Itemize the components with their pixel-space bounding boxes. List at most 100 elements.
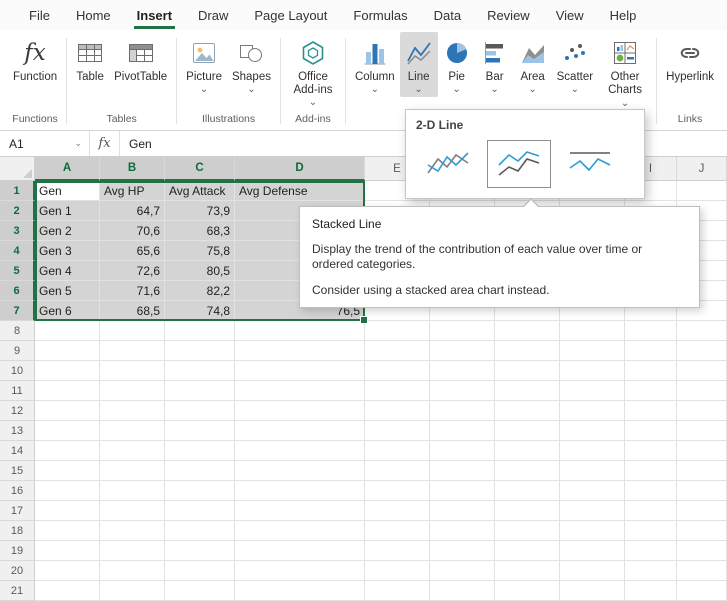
row-header-17[interactable]: 17 <box>0 501 35 521</box>
cell-A5[interactable]: Gen 4 <box>35 261 100 281</box>
cell-A14[interactable] <box>35 441 100 461</box>
cell-C20[interactable] <box>165 561 235 581</box>
cell-C13[interactable] <box>165 421 235 441</box>
cell-C19[interactable] <box>165 541 235 561</box>
cell-G16[interactable] <box>495 481 560 501</box>
cell-G13[interactable] <box>495 421 560 441</box>
cell-J13[interactable] <box>677 421 727 441</box>
cell-E11[interactable] <box>365 381 430 401</box>
cell-A4[interactable]: Gen 3 <box>35 241 100 261</box>
menu-tab-data[interactable]: Data <box>421 0 474 30</box>
row-header-10[interactable]: 10 <box>0 361 35 381</box>
column-header-D[interactable]: D <box>235 157 365 181</box>
cell-F14[interactable] <box>430 441 495 461</box>
row-header-21[interactable]: 21 <box>0 581 35 601</box>
menu-tab-formulas[interactable]: Formulas <box>340 0 420 30</box>
cell-A6[interactable]: Gen 5 <box>35 281 100 301</box>
cell-F11[interactable] <box>430 381 495 401</box>
cell-D20[interactable] <box>235 561 365 581</box>
cell-B13[interactable] <box>100 421 165 441</box>
line-option[interactable] <box>416 140 480 188</box>
cell-B3[interactable]: 70,6 <box>100 221 165 241</box>
cell-A8[interactable] <box>35 321 100 341</box>
cell-G20[interactable] <box>495 561 560 581</box>
row-header-5[interactable]: 5 <box>0 261 35 281</box>
cell-D14[interactable] <box>235 441 365 461</box>
cell-A9[interactable] <box>35 341 100 361</box>
cell-B17[interactable] <box>100 501 165 521</box>
cell-B10[interactable] <box>100 361 165 381</box>
cell-I11[interactable] <box>625 381 677 401</box>
cell-H10[interactable] <box>560 361 625 381</box>
cell-C11[interactable] <box>165 381 235 401</box>
cell-H12[interactable] <box>560 401 625 421</box>
cell-B16[interactable] <box>100 481 165 501</box>
cell-J17[interactable] <box>677 501 727 521</box>
row-header-19[interactable]: 19 <box>0 541 35 561</box>
cell-D19[interactable] <box>235 541 365 561</box>
percent-stacked-line-option[interactable] <box>558 140 622 188</box>
name-box[interactable]: A1 ⌄ <box>0 131 90 156</box>
bar-chart-button[interactable]: Bar ⌄ <box>476 32 514 97</box>
cell-A10[interactable] <box>35 361 100 381</box>
cell-H18[interactable] <box>560 521 625 541</box>
area-chart-button[interactable]: Area ⌄ <box>514 32 552 97</box>
function-button[interactable]: fx Function <box>8 32 62 86</box>
cell-I9[interactable] <box>625 341 677 361</box>
cell-F16[interactable] <box>430 481 495 501</box>
row-header-20[interactable]: 20 <box>0 561 35 581</box>
cell-B4[interactable]: 65,6 <box>100 241 165 261</box>
cell-E14[interactable] <box>365 441 430 461</box>
office-add-ins-button[interactable]: Office Add-ins ⌄ <box>285 32 341 110</box>
cell-C8[interactable] <box>165 321 235 341</box>
cell-D9[interactable] <box>235 341 365 361</box>
cell-I13[interactable] <box>625 421 677 441</box>
cell-F17[interactable] <box>430 501 495 521</box>
cell-I10[interactable] <box>625 361 677 381</box>
cell-B7[interactable]: 68,5 <box>100 301 165 321</box>
cell-F20[interactable] <box>430 561 495 581</box>
cell-G12[interactable] <box>495 401 560 421</box>
cell-A12[interactable] <box>35 401 100 421</box>
cell-F8[interactable] <box>430 321 495 341</box>
cell-E17[interactable] <box>365 501 430 521</box>
cell-A15[interactable] <box>35 461 100 481</box>
cell-J20[interactable] <box>677 561 727 581</box>
cell-H15[interactable] <box>560 461 625 481</box>
stacked-line-option[interactable] <box>487 140 551 188</box>
cell-C17[interactable] <box>165 501 235 521</box>
cell-B5[interactable]: 72,6 <box>100 261 165 281</box>
cell-B8[interactable] <box>100 321 165 341</box>
cell-B12[interactable] <box>100 401 165 421</box>
cell-F19[interactable] <box>430 541 495 561</box>
row-header-12[interactable]: 12 <box>0 401 35 421</box>
cell-F13[interactable] <box>430 421 495 441</box>
row-header-16[interactable]: 16 <box>0 481 35 501</box>
cell-H16[interactable] <box>560 481 625 501</box>
cell-C5[interactable]: 80,5 <box>165 261 235 281</box>
cell-F10[interactable] <box>430 361 495 381</box>
cell-G18[interactable] <box>495 521 560 541</box>
menu-tab-file[interactable]: File <box>16 0 63 30</box>
column-header-J[interactable]: J <box>677 157 727 181</box>
cell-G17[interactable] <box>495 501 560 521</box>
menu-tab-help[interactable]: Help <box>597 0 650 30</box>
cell-D18[interactable] <box>235 521 365 541</box>
cell-E8[interactable] <box>365 321 430 341</box>
column-header-C[interactable]: C <box>165 157 235 181</box>
picture-button[interactable]: Picture ⌄ <box>181 32 227 97</box>
row-header-4[interactable]: 4 <box>0 241 35 261</box>
fill-handle[interactable] <box>360 316 368 324</box>
menu-tab-page-layout[interactable]: Page Layout <box>241 0 340 30</box>
cell-B15[interactable] <box>100 461 165 481</box>
cell-F18[interactable] <box>430 521 495 541</box>
cell-G10[interactable] <box>495 361 560 381</box>
pie-chart-button[interactable]: Pie ⌄ <box>438 32 476 97</box>
cell-G21[interactable] <box>495 581 560 601</box>
cell-E15[interactable] <box>365 461 430 481</box>
cell-H21[interactable] <box>560 581 625 601</box>
cell-A18[interactable] <box>35 521 100 541</box>
cell-J19[interactable] <box>677 541 727 561</box>
cell-A13[interactable] <box>35 421 100 441</box>
menu-tab-home[interactable]: Home <box>63 0 124 30</box>
